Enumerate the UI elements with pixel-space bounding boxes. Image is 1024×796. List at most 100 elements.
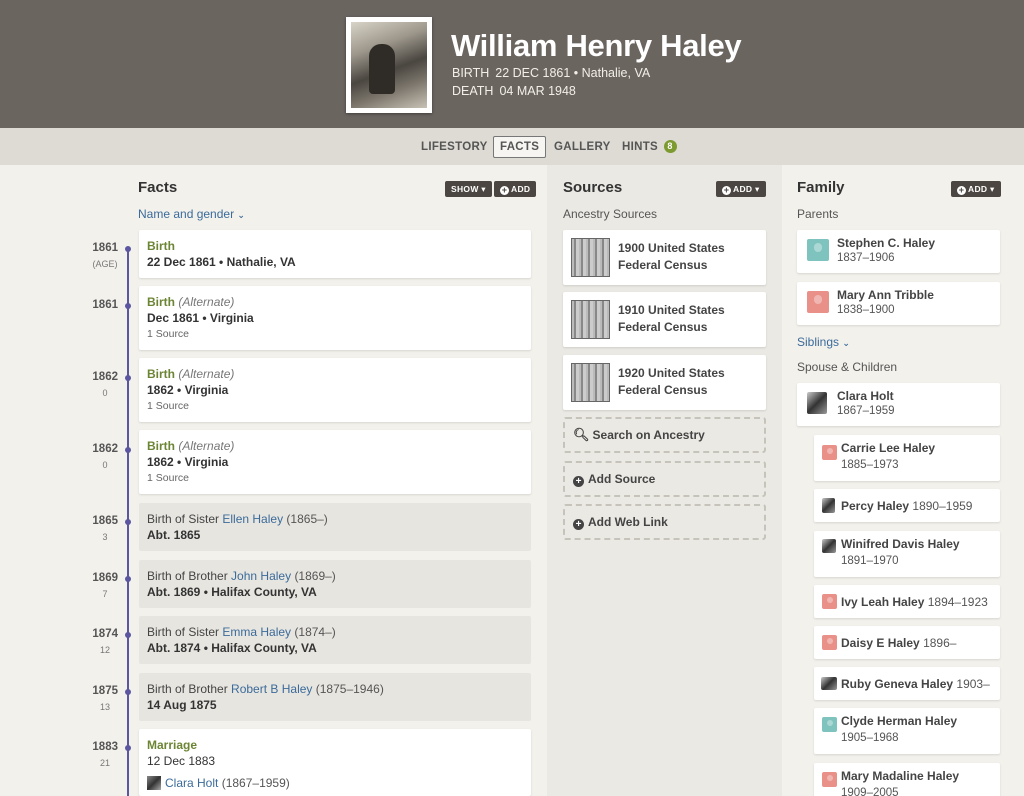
- source-card[interactable]: 1920 United States Federal Census: [563, 355, 766, 410]
- spouse-name: Clara Holt: [837, 389, 894, 403]
- birth-label: BIRTH: [452, 66, 490, 80]
- parent-card[interactable]: Stephen C. Haley 1837–1906: [797, 230, 1000, 273]
- source-line1: 1900 United States: [618, 241, 725, 255]
- fact-title-text: Birth: [147, 367, 175, 381]
- timeline-dot: [125, 303, 131, 309]
- ancestry-sources-label: Ancestry Sources: [563, 207, 658, 221]
- fact-source-count[interactable]: 1 Source: [147, 400, 523, 412]
- parent-card[interactable]: Mary Ann Tribble 1838–1900: [797, 282, 1000, 325]
- fact-card-birth-alt[interactable]: Birth (Alternate) 1862 • Virginia 1 Sour…: [139, 430, 531, 494]
- parent-dates: 1837–1906: [837, 252, 895, 264]
- spouse-avatar: [147, 776, 161, 790]
- timeline-dot: [125, 745, 131, 751]
- plus-icon: +: [500, 185, 509, 195]
- fact-value: Dec 1861 • Virginia: [147, 311, 254, 325]
- source-line1: 1920 United States: [618, 366, 725, 380]
- source-card[interactable]: 1910 United States Federal Census: [563, 292, 766, 347]
- tab-lifestory[interactable]: LIFESTORY: [415, 136, 494, 158]
- child-name: Carrie Lee Haley: [841, 441, 936, 455]
- source-line2: Federal Census: [618, 320, 708, 334]
- fact-source-count[interactable]: 1 Source: [147, 472, 523, 484]
- tab-gallery[interactable]: GALLERY: [548, 136, 617, 158]
- timeline-dot: [125, 375, 131, 381]
- show-button[interactable]: SHOW ▾: [445, 181, 492, 197]
- fact-source-count[interactable]: 1 Source: [147, 328, 523, 340]
- name-gender-link[interactable]: Name and gender ⌄: [138, 207, 245, 221]
- name-gender-label: Name and gender: [138, 207, 235, 221]
- death-label: DEATH: [452, 84, 494, 98]
- plus-circle-icon: +: [573, 476, 584, 487]
- add-web-link-button[interactable]: + Add Web Link: [563, 504, 766, 540]
- fact-year: 1865: [92, 515, 118, 527]
- add-source-button[interactable]: + Add Source: [563, 461, 766, 497]
- chevron-down-icon: ⌄: [237, 210, 245, 220]
- child-card[interactable]: Mary Madaline Haley 1909–2005: [814, 763, 1000, 796]
- child-photo: [822, 498, 835, 513]
- fact-age: 12: [99, 645, 110, 655]
- spouse-photo: [807, 392, 827, 414]
- child-name: Ruby Geneva Haley 1903–: [841, 677, 990, 691]
- parents-label: Parents: [797, 207, 839, 221]
- child-name: Percy Haley 1890–1959: [841, 499, 972, 513]
- fact-value: 12 Dec 1883: [147, 754, 216, 768]
- facts-title: Facts: [138, 179, 178, 196]
- spouse-card[interactable]: Clara Holt 1867–1959: [797, 383, 1000, 426]
- relative-link[interactable]: Robert B Haley: [231, 682, 312, 696]
- facts-add-button[interactable]: + ADD: [494, 181, 537, 197]
- child-dates: 1885–1973: [841, 459, 899, 471]
- relative-link[interactable]: Ellen Haley: [222, 512, 283, 526]
- source-title: 1910 United States Federal Census: [618, 302, 725, 336]
- marriage-spouse: Clara Holt (1867–1959): [147, 776, 523, 790]
- spouse-link[interactable]: Clara Holt: [165, 776, 218, 790]
- child-card[interactable]: Percy Haley 1890–1959: [814, 489, 1000, 522]
- source-card[interactable]: 1900 United States Federal Census: [563, 230, 766, 285]
- child-dates: 1903–: [956, 677, 990, 691]
- fact-card-sibling-birth[interactable]: Birth of Brother John Haley (1869–) Abt.…: [139, 560, 531, 608]
- fact-card-birth-alt[interactable]: Birth (Alternate) Dec 1861 • Virginia 1 …: [139, 286, 531, 350]
- child-name: Ivy Leah Haley 1894–1923: [841, 595, 988, 609]
- child-card[interactable]: Clyde Herman Haley 1905–1968: [814, 708, 1000, 754]
- timeline-dot: [125, 447, 131, 453]
- fact-card-birth[interactable]: Birth 22 Dec 1861 • Nathalie, VA: [139, 230, 531, 278]
- birth-info: BIRTH 22 DEC 1861 • Nathalie, VA: [452, 66, 650, 80]
- relative-link[interactable]: John Haley: [231, 569, 291, 583]
- fact-alt: (Alternate): [178, 439, 235, 453]
- sources-add-button[interactable]: + ADD ▾: [716, 181, 766, 197]
- family-add-button[interactable]: + ADD ▾: [951, 181, 1001, 197]
- fact-card-sibling-birth[interactable]: Birth of Sister Ellen Haley (1865–) Abt.…: [139, 503, 531, 551]
- relative-link[interactable]: Emma Haley: [222, 625, 291, 639]
- fact-card-sibling-birth[interactable]: Birth of Sister Emma Haley (1874–) Abt. …: [139, 616, 531, 664]
- child-name: Clyde Herman Haley: [841, 714, 958, 728]
- timeline-dot: [125, 519, 131, 525]
- male-avatar-icon: [807, 239, 829, 261]
- child-name: Winifred Davis Haley: [841, 537, 960, 551]
- search-on-ancestry-button[interactable]: 🔍︎ Search on Ancestry: [563, 417, 766, 453]
- fact-year: 1861: [92, 242, 118, 254]
- child-card[interactable]: Winifred Davis Haley 1891–1970: [814, 531, 1000, 577]
- fact-title: Birth of Sister Emma Haley (1874–): [147, 625, 523, 639]
- child-dates: 1909–2005: [841, 787, 899, 796]
- fact-year: 1862: [92, 443, 118, 455]
- fact-title: Birth: [147, 239, 175, 253]
- source-line1: 1910 United States: [618, 303, 725, 317]
- fact-year: 1883: [92, 741, 118, 753]
- female-avatar-icon: [822, 772, 837, 787]
- siblings-toggle[interactable]: Siblings ⌄: [797, 335, 850, 349]
- child-card[interactable]: Daisy E Haley 1896–: [814, 626, 1000, 659]
- fact-prefix: Birth of Sister: [147, 625, 220, 639]
- fact-card-marriage[interactable]: Marriage 12 Dec 1883 Clara Holt (1867–19…: [139, 729, 531, 796]
- child-name: Mary Madaline Haley: [841, 769, 960, 783]
- fact-card-sibling-birth[interactable]: Birth of Brother Robert B Haley (1875–19…: [139, 673, 531, 721]
- child-card[interactable]: Ivy Leah Haley 1894–1923: [814, 585, 1000, 618]
- profile-photo[interactable]: [346, 17, 432, 113]
- tab-facts[interactable]: FACTS: [493, 136, 547, 158]
- add-web-link-label: Add Web Link: [588, 515, 668, 529]
- birth-value: 22 DEC 1861 • Nathalie, VA: [495, 66, 651, 80]
- fact-title-text: Birth: [147, 439, 175, 453]
- sources-add-label: ADD ▾: [733, 184, 760, 194]
- child-card[interactable]: Ruby Geneva Haley 1903–: [814, 667, 1000, 700]
- tab-hints[interactable]: HINTS 8: [616, 136, 683, 158]
- spouse-dates: 1867–1959: [837, 405, 895, 417]
- fact-card-birth-alt[interactable]: Birth (Alternate) 1862 • Virginia 1 Sour…: [139, 358, 531, 422]
- child-card[interactable]: Carrie Lee Haley 1885–1973: [814, 435, 1000, 481]
